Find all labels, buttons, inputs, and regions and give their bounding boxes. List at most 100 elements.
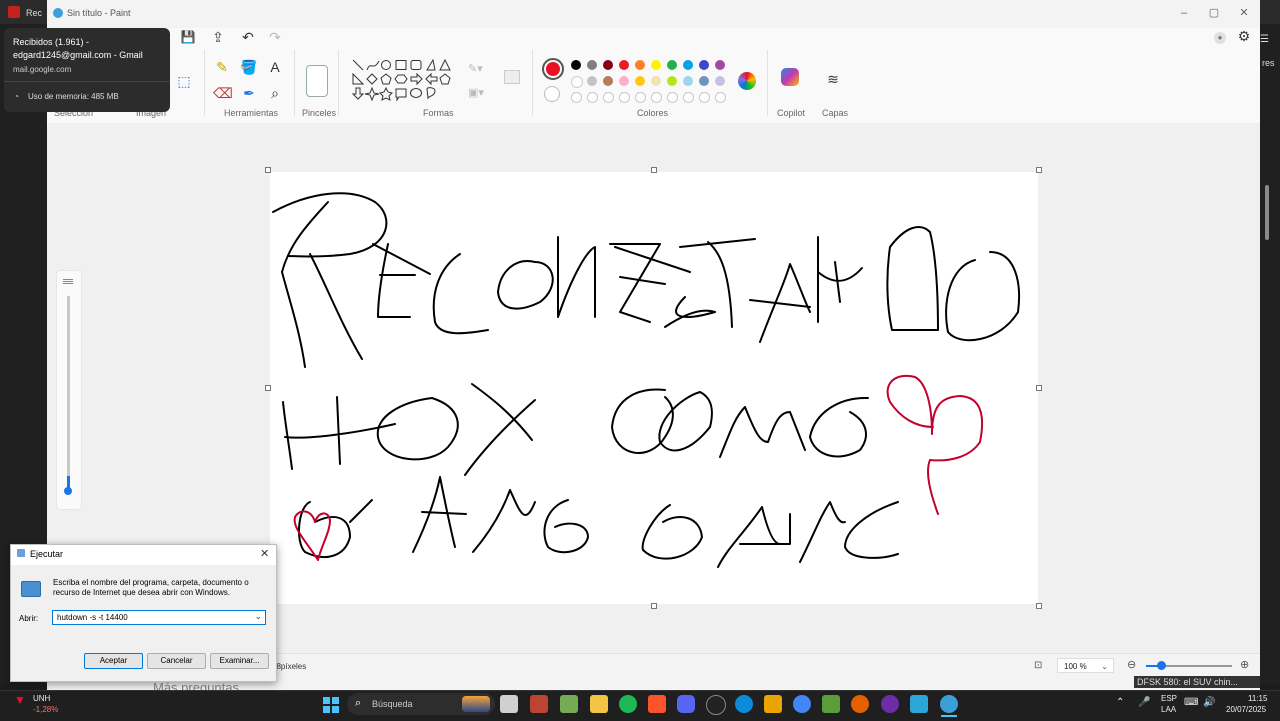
edit-colors-icon[interactable] [738,72,756,90]
custom-color-slot[interactable] [571,92,582,103]
resize-handle[interactable] [1036,603,1042,609]
news-ticker[interactable]: DFSK 580: el SUV chin... [1134,676,1260,688]
language-top[interactable]: ESP [1161,694,1177,703]
task-view-icon[interactable] [500,695,518,713]
color-swatch[interactable] [571,76,583,88]
zoom-dropdown[interactable]: 100 % ⌄ [1057,658,1114,673]
brush-size-slider[interactable] [56,270,82,510]
color-swatch[interactable] [715,60,725,70]
paint-taskbar-icon[interactable] [940,695,958,713]
chrome-icon[interactable] [793,695,811,713]
shape-fill-icon[interactable]: ▣▾ [468,86,484,99]
fit-to-window-icon[interactable]: ⊡ [1034,660,1042,671]
run-command-combobox[interactable]: hutdown -s -t 14400 ⌄ [52,610,266,625]
taskbar-app-icon[interactable] [822,695,840,713]
microphone-icon[interactable]: 🎤 [1138,697,1150,708]
account-icon[interactable]: ● [1214,32,1226,44]
close-icon[interactable]: ✕ [1237,6,1251,20]
taskbar-app-icon[interactable] [881,695,899,713]
network-icon[interactable]: ⌨ [1184,697,1198,708]
color-swatch[interactable] [603,60,613,70]
custom-color-slot[interactable] [587,92,598,103]
edge-icon[interactable] [735,695,753,713]
taskbar-app-icon[interactable] [530,695,548,713]
vertical-scrollbar-thumb[interactable] [1265,185,1269,240]
zoom-in-icon[interactable]: ⊕ [1240,658,1249,671]
custom-color-slot[interactable] [699,92,710,103]
resize-handle[interactable] [651,167,657,173]
brave-icon[interactable] [648,695,666,713]
color-swatch[interactable] [619,76,629,86]
color-swatch[interactable] [651,76,661,86]
layers-icon[interactable]: ≋ [824,70,842,88]
sublime-icon[interactable] [764,695,782,713]
color2-swatch[interactable] [544,86,560,102]
image-crop-icon[interactable]: ⬚ [175,72,193,90]
save-icon[interactable]: 💾 [179,28,197,46]
color-swatch[interactable] [651,60,661,70]
close-icon[interactable]: ✕ [260,547,269,560]
color1-active-swatch[interactable] [542,58,564,80]
text-tool-icon[interactable]: A [266,58,284,76]
taskbar-app-icon[interactable] [560,695,578,713]
shape-style-icon[interactable] [504,70,520,84]
undo-icon[interactable]: ↶ [239,28,257,46]
brushes-icon[interactable] [306,65,328,97]
firefox-icon[interactable] [851,695,869,713]
steam-icon[interactable] [706,695,726,715]
color-swatch[interactable] [667,76,677,86]
discord-icon[interactable] [677,695,695,713]
color-swatch[interactable] [699,60,709,70]
color-swatch[interactable] [635,76,645,86]
taskbar-search-box[interactable]: ⌕ Búsqueda [347,693,495,715]
chevron-up-icon[interactable]: ⌃ [1116,697,1124,708]
color-swatch[interactable] [587,60,597,70]
color-swatch[interactable] [635,60,645,70]
color-picker-icon[interactable]: ✒ [240,84,258,102]
windows-start-icon[interactable] [323,697,339,713]
resize-handle[interactable] [1036,167,1042,173]
resize-handle[interactable] [1036,385,1042,391]
custom-color-slot[interactable] [715,92,726,103]
fill-bucket-icon[interactable]: 🪣 [240,58,258,76]
clock-time[interactable]: 11:15 [1248,694,1267,703]
shapes-gallery[interactable] [349,58,454,106]
stock-down-icon[interactable]: ▼ [14,693,26,707]
custom-color-slot[interactable] [619,92,630,103]
color-swatch[interactable] [587,76,597,86]
spotify-icon[interactable] [619,695,637,713]
color-swatch[interactable] [619,60,629,70]
resize-handle[interactable] [651,603,657,609]
clock-date[interactable]: 20/07/2025 [1226,705,1266,714]
color-swatch[interactable] [699,76,709,86]
color-swatch[interactable] [715,76,725,86]
volume-icon[interactable]: 🔊 [1203,697,1215,708]
resize-handle[interactable] [265,385,271,391]
eraser-icon[interactable]: ⌫ [213,84,233,102]
redo-icon[interactable]: ↷ [266,28,284,46]
maximize-icon[interactable]: ▢ [1207,6,1221,20]
copilot-icon[interactable] [781,68,799,86]
color-swatch[interactable] [603,76,613,86]
custom-color-slot[interactable] [603,92,614,103]
gmail-tab-icon[interactable] [8,6,20,18]
ok-button[interactable]: Aceptar [84,653,143,669]
custom-color-slot[interactable] [651,92,662,103]
settings-gear-icon[interactable]: ⚙ [1235,27,1253,45]
browse-button[interactable]: Examinar... [210,653,269,669]
file-explorer-icon[interactable] [590,695,608,713]
browser-menu-icon[interactable]: ☰ [1260,34,1274,45]
chevron-down-icon[interactable]: ⌄ [254,611,262,622]
drawing-canvas[interactable] [270,172,1038,604]
color-swatch[interactable] [667,60,677,70]
pencil-icon[interactable]: ✎ [213,58,231,76]
custom-color-slot[interactable] [667,92,678,103]
color-swatch[interactable] [683,60,693,70]
zoom-slider-thumb[interactable] [1157,661,1166,670]
magnifier-icon[interactable]: ⌕ [266,84,284,102]
custom-color-slot[interactable] [683,92,694,103]
run-command-input[interactable]: hutdown -s -t 14400 [57,613,128,622]
language-bottom[interactable]: LAA [1161,705,1176,714]
zoom-out-icon[interactable]: ⊖ [1127,658,1136,671]
resize-handle[interactable] [265,167,271,173]
